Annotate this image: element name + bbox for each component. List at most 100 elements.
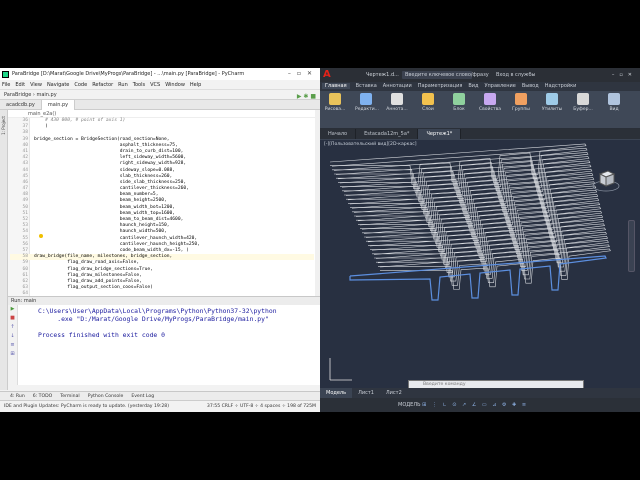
menu-item-edit[interactable]: Edit [15, 82, 25, 88]
code-text: haunch_height=150, [34, 223, 170, 229]
ribbon-button[interactable]: Рисова... [324, 93, 346, 112]
code-text: cantilever_haunch_height=250, [34, 241, 200, 247]
menu-item-tools[interactable]: Tools [133, 82, 145, 88]
editor-tabs: acadcdb.py main.py [0, 100, 320, 110]
menu-item-code[interactable]: Code [74, 82, 87, 88]
menu-item-view[interactable]: View [30, 82, 42, 88]
pycharm-title-bar: ParaBridge [D:\Marat\Google Drive\MyProg… [0, 68, 320, 80]
ribbon-button[interactable]: Группы [510, 93, 532, 112]
autocad-logo-icon[interactable]: A [323, 69, 334, 81]
up-icon[interactable]: ↑ [8, 323, 17, 332]
code-text: drain_to_curb_dist=100, [34, 148, 184, 154]
code-text: beam_width_top=1600, [34, 210, 176, 216]
document-tab[interactable]: Чертеж1* [418, 129, 462, 139]
code-text: beam_height=2500, [34, 198, 167, 204]
ribbon-button[interactable]: Слои [417, 93, 439, 112]
code-text: flag_draw_bridge_sections=True, [34, 266, 153, 272]
ribbon-tab[interactable]: Вставка [356, 83, 377, 89]
tab-acadcdb[interactable]: acadcdb.py [0, 100, 42, 110]
run-toolbar-icons[interactable]: ▶ ✱ ■ [297, 92, 316, 102]
ribbon-button[interactable]: Вид [603, 93, 625, 112]
menu-bar: File Edit View Navigate Code Refactor Run Tools… [0, 80, 320, 90]
ribbon-button[interactable]: Блок [448, 93, 470, 112]
ribbon-button[interactable]: Редакти... [355, 93, 379, 112]
status-info[interactable]: 37:55 CRLF ÷ UTF-8 ÷ 4 spaces ÷ 198 of 7… [207, 401, 316, 412]
ribbon: Рисова... Редакти... Аннота... Слои Блок Свой… [320, 91, 640, 129]
tab-main[interactable]: main.py [41, 100, 76, 110]
ribbon-button[interactable]: Свойства [479, 93, 501, 112]
wrap-icon[interactable]: ≡ [8, 341, 17, 350]
ribbon-button-icon [515, 93, 527, 105]
document-tabs: Начало Estacada12m_5a* Чертеж1* [320, 129, 640, 139]
pycharm-title: ParaBridge [D:\Marat\Google Drive\MyProg… [12, 71, 245, 77]
ribbon-button-label: Группы [512, 107, 530, 112]
bottom-tab[interactable]: Python Console [88, 394, 124, 399]
ribbon-tab[interactable]: Главная [322, 83, 350, 89]
code-text: ) [34, 124, 48, 130]
ribbon-tab[interactable]: Надстройки [545, 83, 577, 89]
status-toggles-icon[interactable]: ⊞ ⋮ ∟ ⊙ ↗ ∠ ▭ ⊿ ⚙ ✚ ≡ [422, 402, 528, 408]
status-bar: IDE and Plugin Updates: PyCharm is ready… [0, 400, 320, 412]
ribbon-button[interactable]: Аннота... [386, 93, 408, 112]
ribbon-tab[interactable]: Управление [484, 83, 515, 89]
run-tab-label[interactable]: Run: main [11, 298, 36, 304]
menu-item-navigate[interactable]: Navigate [47, 82, 69, 88]
code-text: bridge_section = BridgeSection(road_sect… [34, 136, 170, 142]
bottom-tab[interactable]: 4: Run [10, 394, 25, 399]
ribbon-tab[interactable]: Параметризация [418, 83, 463, 89]
command-input[interactable]: Введите команду [423, 382, 466, 387]
tool-project[interactable]: 1: Project [1, 116, 6, 135]
status-message[interactable]: IDE and Plugin Updates: PyCharm is ready… [4, 404, 169, 409]
ribbon-button-label: Вид [609, 107, 619, 112]
ribbon-button[interactable]: Буфер... [572, 93, 594, 112]
ribbon-button-label: Редакти... [355, 107, 379, 112]
down-icon[interactable]: ↓ [8, 332, 17, 341]
search-box[interactable]: Введите ключевое слово/фразу [402, 71, 489, 79]
navigation-bar[interactable] [628, 220, 635, 272]
ribbon-button[interactable]: Утилиты [541, 93, 563, 112]
autocad-title: Чертеж1.d... [366, 72, 399, 78]
menu-item-run[interactable]: Run [118, 82, 128, 88]
code-text: flag_draw_add_points=False, [34, 278, 142, 284]
code-text: beam_number=5, [34, 192, 159, 198]
ribbon-button-icon [422, 93, 434, 105]
intention-bulb-icon[interactable] [39, 234, 43, 238]
model-status[interactable]: МОДЕЛЬ [398, 402, 421, 408]
document-tab[interactable]: Начало [320, 129, 357, 139]
run-output: C:\Users\User\AppData\Local\Programs\Pyt… [38, 307, 277, 339]
layout-tab[interactable]: Лист2 [380, 388, 408, 398]
pin-icon[interactable]: ⊞ [8, 350, 17, 359]
layout-tabs: Модель Лист1 Лист2 [320, 388, 640, 398]
layout-tab[interactable]: Лист1 [352, 388, 380, 398]
window-controls[interactable]: –▫✕ [288, 68, 318, 80]
drawing-viewport[interactable]: [-][Пользовательский вид][2D-каркас] Вве… [320, 140, 640, 389]
rerun-icon[interactable]: ▶ [8, 305, 17, 314]
ribbon-tab[interactable]: Вывод [522, 83, 539, 89]
ribbon-button-icon [577, 93, 589, 105]
document-tab[interactable]: Estacada12m_5a* [356, 129, 419, 139]
menu-item-file[interactable]: File [2, 82, 10, 88]
viewcube-icon[interactable] [592, 168, 620, 192]
code-text: right_sideway_width=928, [34, 161, 187, 167]
code-text: haunch_width=500, [34, 229, 167, 235]
menu-item-refactor[interactable]: Refactor [92, 82, 113, 88]
code-text: left_sideway_width=5600, [34, 155, 187, 161]
left-tool-strip: 1: Project [0, 110, 8, 390]
sign-in[interactable]: Вход в службы [496, 68, 535, 82]
menu-item-vcs[interactable]: VCS [150, 82, 160, 88]
ribbon-tab[interactable]: Аннотации [383, 83, 412, 89]
menu-item-help[interactable]: Help [190, 82, 201, 88]
menu-item-window[interactable]: Window [165, 82, 185, 88]
layout-tab[interactable]: Модель [320, 388, 353, 398]
bridge-section-outline [379, 248, 611, 290]
ribbon-button-icon [360, 93, 372, 105]
window-controls[interactable]: –▫✕ [612, 68, 637, 82]
pycharm-window: ParaBridge [D:\Marat\Google Drive\MyProg… [0, 68, 320, 412]
bottom-tab[interactable]: Event Log [131, 394, 154, 399]
nav-breadcrumb[interactable]: ParaBridge › main.py [4, 92, 57, 98]
ribbon-button-icon [391, 93, 403, 105]
ribbon-tab[interactable]: Вид [468, 83, 478, 89]
stop-icon[interactable]: ■ [8, 314, 17, 323]
bottom-tab[interactable]: 6: TODO [33, 394, 53, 399]
bottom-tab[interactable]: Terminal [60, 394, 79, 399]
